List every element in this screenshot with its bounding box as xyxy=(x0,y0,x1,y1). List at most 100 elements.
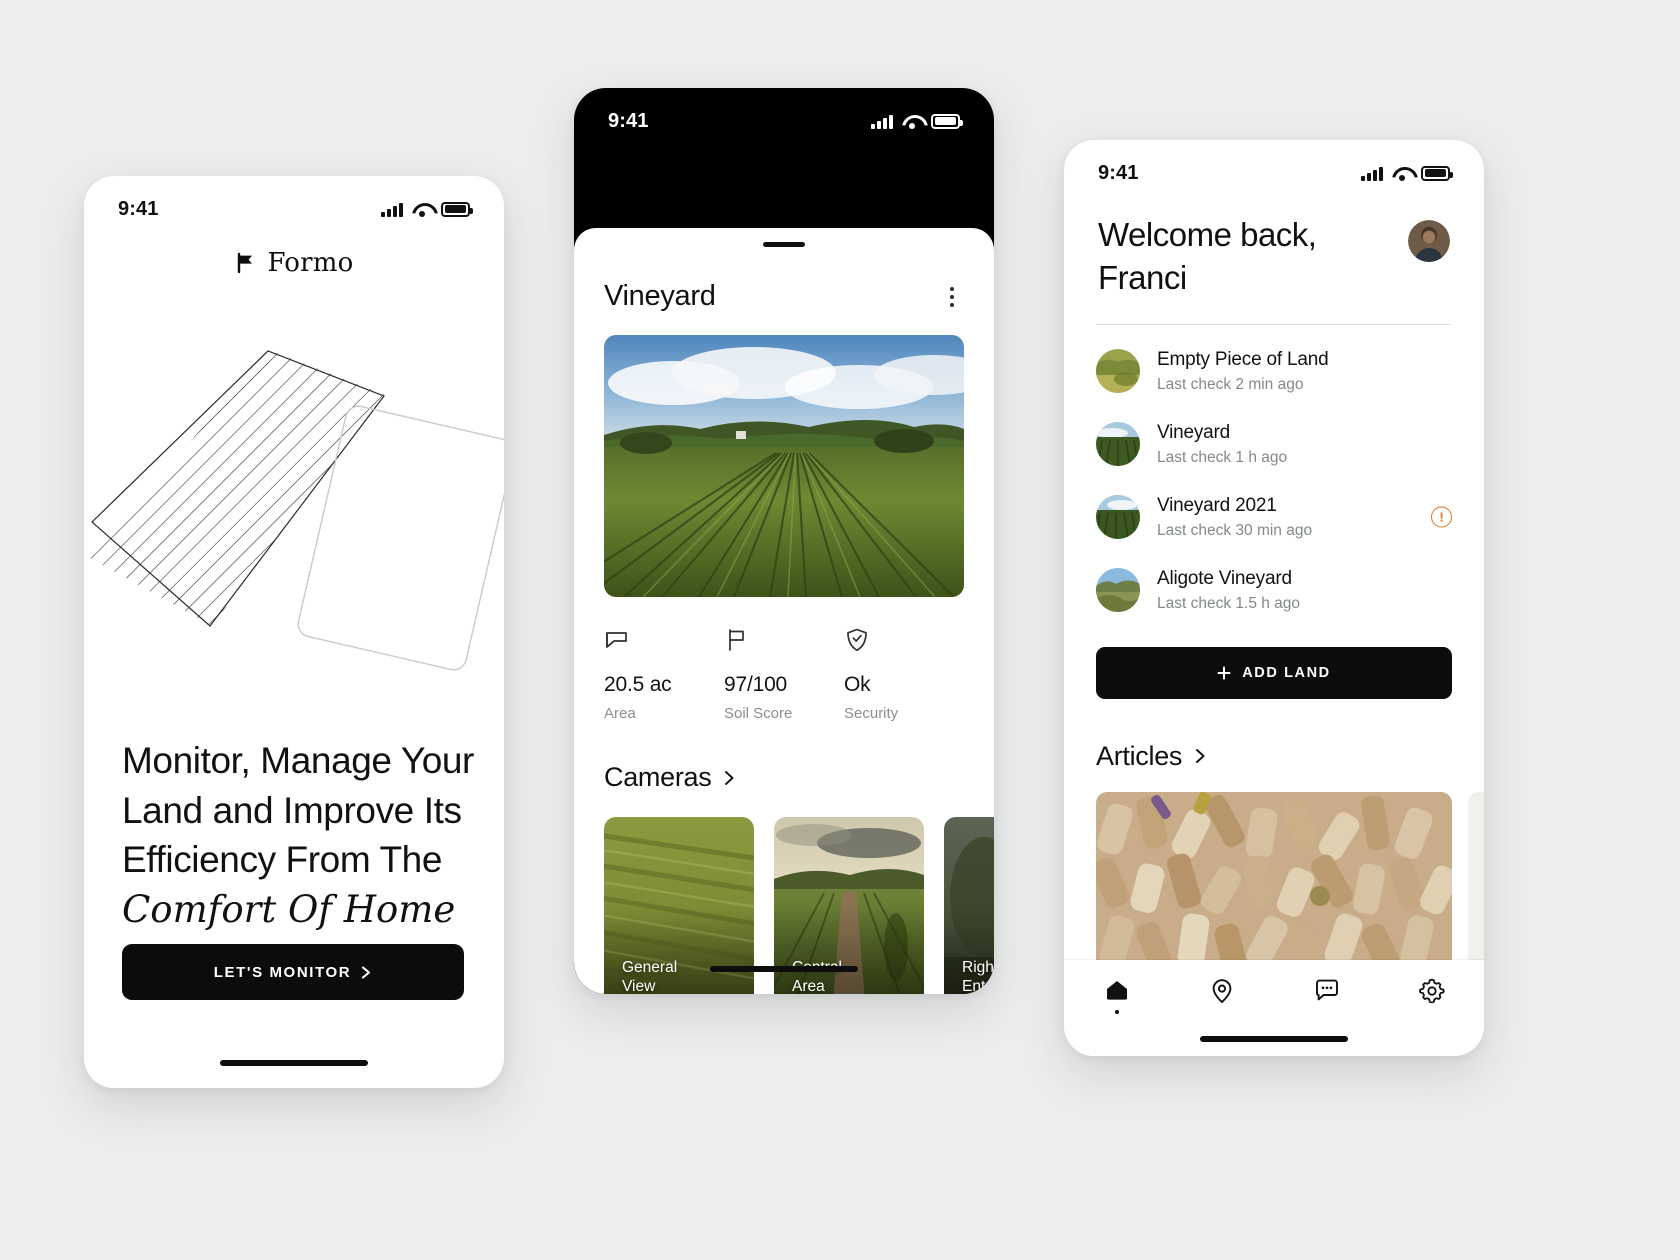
camera-card-label: General View xyxy=(622,958,677,994)
stat-area-label: Area xyxy=(604,705,636,722)
land-last-check: Last check 30 min ago xyxy=(1157,521,1313,539)
onboarding-headline: Monitor, Manage Your Land and Improve It… xyxy=(122,736,477,934)
kebab-menu-icon[interactable] xyxy=(940,281,964,313)
cameras-title: Cameras xyxy=(604,762,712,792)
headline-line-1: Monitor, Manage Your xyxy=(122,740,474,781)
cameras-carousel[interactable]: General View Area Righ Entr xyxy=(574,793,994,994)
stats-row: 20.5 ac Area 97/100 Soil Score Ok Securi… xyxy=(574,597,994,722)
camera-card-label: Right Entrance xyxy=(962,958,994,994)
battery-icon xyxy=(441,201,473,217)
camera-card[interactable]: Right Entrance xyxy=(944,817,994,994)
land-last-check: Last check 1.5 h ago xyxy=(1157,594,1301,612)
greeting-line-1: Welcome back, xyxy=(1098,216,1317,253)
list-item[interactable]: Vineyard 2021 Last check 30 min ago ! xyxy=(1096,481,1452,554)
chevron-right-icon xyxy=(723,769,736,787)
phone-home: 9:41 Welcome back, Franci Empty Piece of… xyxy=(1064,140,1484,1056)
camera-label-line-1: Right xyxy=(962,958,994,976)
status-indicators xyxy=(381,201,473,217)
stat-security-label: Security xyxy=(844,705,899,722)
flag-icon xyxy=(724,627,844,653)
hatched-rotated-rectangles-illustration xyxy=(84,326,504,726)
shield-check-icon xyxy=(844,627,964,653)
phone-onboarding: 9:41 Formo Monitor, Manage Your Land and… xyxy=(84,176,504,1088)
list-item[interactable]: Aligote Vineyard Last check 1.5 h ago xyxy=(1096,554,1452,627)
alert-glyph: ! xyxy=(1439,509,1444,525)
welcome-header: Welcome back, Franci xyxy=(1064,196,1484,300)
wifi-icon xyxy=(902,114,922,129)
home-indicator xyxy=(710,966,858,972)
wifi-icon xyxy=(412,202,432,217)
page-title: Vineyard xyxy=(604,280,716,312)
camera-label-line-2: View xyxy=(622,978,656,994)
wifi-icon xyxy=(1392,166,1412,181)
tab-settings[interactable] xyxy=(1405,978,1459,1016)
land-last-check: Last check 2 min ago xyxy=(1157,375,1304,393)
tab-messages[interactable] xyxy=(1300,978,1354,1014)
stat-area-value: 20.5 ac xyxy=(604,673,672,696)
gear-icon xyxy=(1418,978,1445,1004)
phone-vineyard-detail: 9:41 Vineyard 20.5 ac Area 97/100 Soil S… xyxy=(574,88,994,994)
stat-soil-score: 97/100 Soil Score xyxy=(724,627,844,722)
lets-monitor-button[interactable]: LET'S MONITOR xyxy=(122,944,464,1000)
avatar[interactable] xyxy=(1408,220,1450,262)
chat-bubble-icon xyxy=(1314,978,1340,1002)
status-bar: 9:41 xyxy=(574,88,994,144)
camera-label-line-2: Entrance xyxy=(962,978,994,994)
land-area-icon xyxy=(604,627,724,653)
land-thumbnail xyxy=(1096,495,1140,540)
cellular-bars-icon xyxy=(381,202,403,217)
brand-name: Formo xyxy=(267,248,354,278)
land-thumbnail xyxy=(1096,422,1140,467)
land-name: Empty Piece of Land xyxy=(1157,348,1329,370)
land-text: Vineyard Last check 1 h ago xyxy=(1157,422,1287,467)
list-item[interactable]: Vineyard Last check 1 h ago xyxy=(1096,408,1452,481)
battery-icon xyxy=(1421,165,1453,181)
alert-exclamation-icon[interactable]: ! xyxy=(1431,506,1452,528)
articles-section-header[interactable]: Articles xyxy=(1064,699,1484,772)
location-pin-icon xyxy=(1210,978,1234,1004)
status-bar: 9:41 xyxy=(1064,140,1484,196)
battery-icon xyxy=(931,113,963,129)
status-time: 9:41 xyxy=(118,197,159,220)
articles-carousel[interactable] xyxy=(1064,772,1484,972)
stat-soil-score-label: Soil Score xyxy=(724,705,793,722)
headline-line-3: Efficiency From The xyxy=(122,839,443,881)
cellular-bars-icon xyxy=(871,114,893,129)
status-indicators xyxy=(871,113,963,129)
land-name: Aligote Vineyard xyxy=(1157,567,1292,589)
detail-header: Vineyard xyxy=(574,228,994,313)
stat-security-value: Ok xyxy=(844,673,871,696)
add-land-button[interactable]: ADD LAND xyxy=(1096,646,1452,699)
status-time: 9:41 xyxy=(1098,161,1139,184)
camera-label-line-2: Area xyxy=(792,978,825,994)
land-text: Aligote Vineyard Last check 1.5 h ago xyxy=(1157,568,1300,613)
land-name: Vineyard 2021 xyxy=(1157,494,1277,516)
detail-sheet: Vineyard 20.5 ac Area 97/100 Soil Score … xyxy=(574,228,994,994)
land-thumbnail xyxy=(1096,349,1140,394)
article-card[interactable] xyxy=(1468,791,1484,972)
headline-emphasis: Comfort Of Home xyxy=(122,887,456,931)
tab-map[interactable] xyxy=(1195,978,1249,1016)
camera-label-line-1: General xyxy=(622,958,678,976)
camera-card-label: Central Area xyxy=(792,958,842,994)
add-land-label: ADD LAND xyxy=(1242,664,1331,681)
tab-home[interactable] xyxy=(1090,978,1144,1014)
cameras-section-header[interactable]: Cameras xyxy=(574,722,994,793)
land-list: Empty Piece of Land Last check 2 min ago xyxy=(1064,325,1484,627)
land-last-check: Last check 1 h ago xyxy=(1157,448,1288,466)
brand-lockup: Formo xyxy=(84,248,504,278)
screenshot-stage: 9:41 Formo Monitor, Manage Your Land and… xyxy=(0,0,1680,1260)
tab-active-indicator xyxy=(1114,1010,1119,1014)
list-item[interactable]: Empty Piece of Land Last check 2 min ago xyxy=(1096,335,1452,408)
land-text: Empty Piece of Land Last check 2 min ago xyxy=(1157,349,1329,394)
plus-icon xyxy=(1217,666,1231,680)
home-icon xyxy=(1104,978,1130,1002)
chevron-right-icon xyxy=(361,965,372,979)
flag-logo-icon xyxy=(234,252,256,274)
articles-title: Articles xyxy=(1096,740,1183,771)
status-indicators xyxy=(1361,165,1453,181)
home-indicator xyxy=(220,1060,368,1066)
stat-soil-score-value: 97/100 xyxy=(724,673,788,696)
article-card[interactable] xyxy=(1096,791,1452,972)
sheet-drag-handle[interactable] xyxy=(763,242,805,247)
